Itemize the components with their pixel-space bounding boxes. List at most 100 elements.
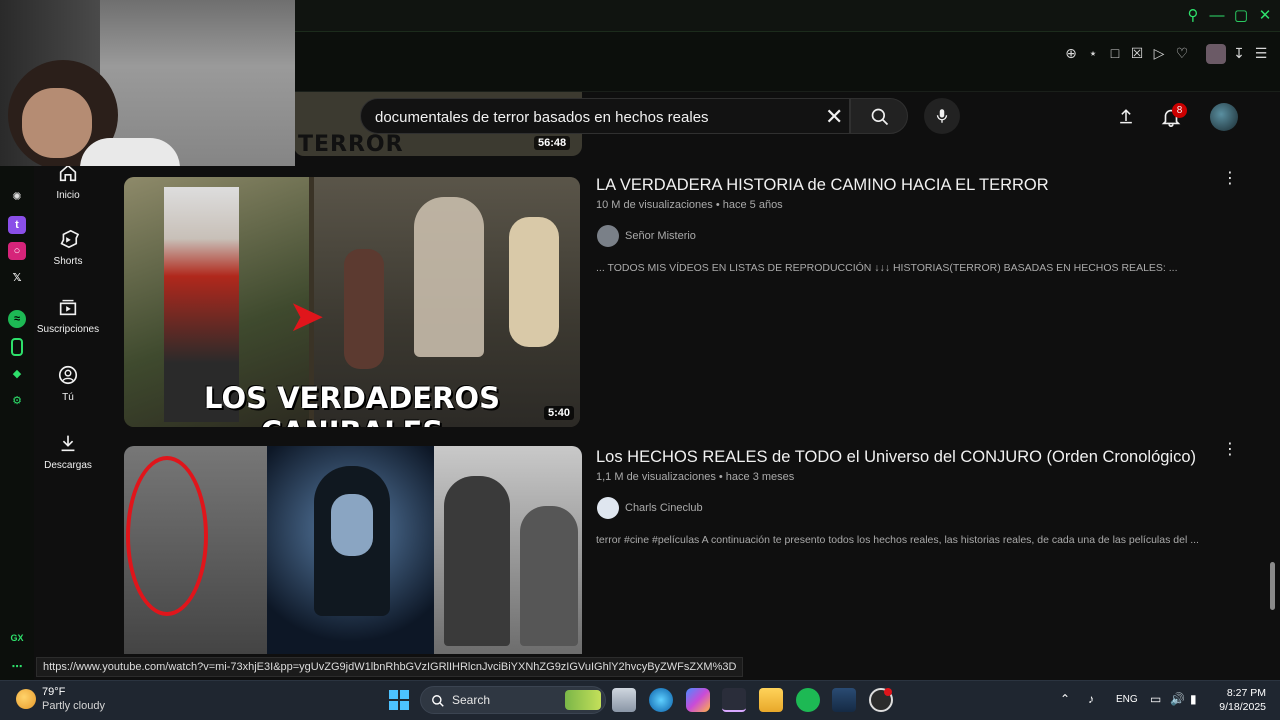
microphone-icon[interactable]: ♪: [1088, 692, 1094, 706]
chevron-up-icon[interactable]: ⌃: [1060, 692, 1070, 706]
search-input[interactable]: [375, 107, 805, 127]
x-icon[interactable]: 𝕏: [8, 269, 26, 287]
link-preview-url: https://www.youtube.com/watch?v=mi-73xhj…: [36, 657, 744, 677]
video-title[interactable]: LA VERDADERA HISTORIA de CAMINO HACIA EL…: [596, 176, 1049, 195]
video-meta: 1,1 M de visualizaciones • hace 3 meses: [596, 471, 795, 483]
video-title[interactable]: Los HECHOS REALES de TODO el Universo de…: [596, 448, 1196, 467]
search-icon[interactable]: ⚲: [1184, 7, 1202, 25]
shield-icon[interactable]: ☒: [1128, 44, 1146, 62]
clock-date[interactable]: 9/18/2025: [1208, 701, 1266, 713]
voice-search-button[interactable]: [924, 98, 960, 134]
pin-icon[interactable]: ⋆: [1084, 44, 1102, 62]
volume-icon[interactable]: 🔊: [1170, 692, 1185, 706]
heart-icon[interactable]: ♡: [1173, 44, 1191, 62]
channel-avatar[interactable]: [597, 497, 619, 519]
webcam-overlay: [0, 0, 295, 166]
shorts-icon: [60, 229, 79, 249]
more-icon[interactable]: ⋯: [8, 658, 26, 676]
weather-desc[interactable]: Partly cloudy: [42, 700, 105, 712]
notification-badge: 8: [1172, 103, 1187, 118]
sidebar-item-tu[interactable]: Tú: [34, 364, 102, 403]
edge-icon[interactable]: [649, 688, 673, 712]
weather-icon[interactable]: [16, 689, 36, 709]
sidebar-item-label: Inicio: [56, 190, 80, 201]
network-icon[interactable]: ▭: [1150, 692, 1161, 706]
settings-icon[interactable]: ⚙: [8, 392, 26, 410]
steam-icon[interactable]: [832, 688, 856, 712]
sidebar-item-descargas[interactable]: Descargas: [34, 432, 102, 471]
play-icon[interactable]: ▷: [1150, 44, 1168, 62]
gx-sidebar: ✺ t ○ 𝕏 ≈ ◆ ⚙ GX ⋯: [0, 92, 34, 680]
microphone-icon: [936, 109, 948, 123]
channel-avatar[interactable]: [597, 225, 619, 247]
duration-badge: 5:40: [544, 406, 575, 420]
weather-temp[interactable]: 79°F: [42, 686, 65, 698]
upload-icon[interactable]: [1116, 106, 1136, 126]
close-button[interactable]: ✕: [1256, 7, 1274, 25]
sidebar-item-label: Shorts: [53, 256, 83, 267]
highlight-circle: [126, 456, 208, 616]
opera-gx-icon[interactable]: [722, 688, 746, 712]
video-thumbnail[interactable]: [124, 446, 582, 654]
video-meta: 10 M de visualizaciones • hace 5 años: [596, 199, 783, 211]
task-view-icon[interactable]: [612, 688, 636, 712]
more-options-icon[interactable]: ⋮: [1222, 171, 1238, 187]
search-button[interactable]: [850, 98, 908, 134]
zoom-icon[interactable]: ⊕: [1062, 44, 1080, 62]
search-bar: ✕: [360, 98, 850, 134]
spotify-icon[interactable]: ≈: [8, 310, 26, 328]
you-icon: [58, 365, 78, 385]
thumbnail-figure: [414, 197, 484, 357]
notifications-button[interactable]: 8: [1160, 103, 1187, 130]
account-avatar[interactable]: [1210, 103, 1238, 131]
thumbnail-figure: [509, 217, 559, 347]
twitch-icon[interactable]: t: [8, 216, 26, 234]
battery-icon[interactable]: ▮: [1190, 692, 1197, 706]
sidebar-item-shorts[interactable]: Shorts: [34, 228, 102, 267]
mobile-icon[interactable]: [11, 338, 23, 356]
minimize-button[interactable]: —: [1208, 7, 1226, 25]
spotify-taskbar-icon[interactable]: [796, 688, 820, 712]
copilot-icon[interactable]: [686, 688, 710, 712]
sidebar-item-label: Tú: [62, 392, 74, 403]
download-icon: [61, 435, 75, 452]
maximize-button[interactable]: ▢: [1232, 7, 1250, 25]
video-description: ... TODOS MIS VÍDEOS EN LISTAS DE REPROD…: [596, 262, 1178, 274]
thumbnail-face: [331, 494, 373, 556]
duration-badge: 56:48: [534, 136, 571, 150]
subscriptions-icon: [59, 299, 77, 316]
download-icon[interactable]: ↧: [1230, 44, 1248, 62]
windows-icon: [389, 690, 409, 710]
thumbnail-figure: [444, 476, 510, 646]
channel-name[interactable]: Señor Misterio: [625, 230, 696, 242]
search-icon: [871, 108, 889, 126]
sidebar-item-inicio[interactable]: Inicio: [34, 162, 102, 201]
instagram-icon[interactable]: ○: [8, 242, 26, 260]
clear-search-icon[interactable]: ✕: [825, 106, 843, 128]
video-thumbnail[interactable]: ➤ LOS VERDADEROS CANIBALES 5:40: [124, 177, 580, 427]
more-options-icon[interactable]: ⋮: [1222, 442, 1238, 458]
language-indicator[interactable]: ENG: [1116, 694, 1138, 705]
sidebar-item-suscripciones[interactable]: Suscripciones: [34, 296, 102, 335]
clock-time[interactable]: 8:27 PM: [1222, 687, 1266, 699]
taskbar-search-label: Search: [452, 693, 491, 707]
channel-name[interactable]: Charls Cineclub: [625, 502, 703, 514]
scrollbar-thumb[interactable]: [1270, 562, 1275, 610]
youtube-sidebar: Inicio Shorts Suscripciones Tú Descargas: [34, 92, 102, 680]
recording-dot: [884, 688, 892, 696]
video-description: terror #cine #películas A continuación t…: [596, 534, 1199, 546]
search-highlight-icon: [565, 690, 601, 710]
thumbnail-text: TERROR: [298, 132, 404, 156]
flow-icon[interactable]: ◆: [8, 365, 26, 383]
file-explorer-icon[interactable]: [759, 688, 783, 712]
avatar[interactable]: [1206, 44, 1226, 64]
menu-icon[interactable]: ☰: [1252, 44, 1270, 62]
gx-label: GX: [10, 633, 24, 643]
start-button[interactable]: [389, 690, 409, 710]
thumbnail-figure: [520, 506, 578, 646]
snapshot-icon[interactable]: □: [1106, 44, 1124, 62]
chatgpt-icon[interactable]: ✺: [8, 188, 26, 206]
webcam-person-shirt: [80, 138, 180, 166]
thumbnail-figure: [344, 249, 384, 369]
taskbar-search[interactable]: Search: [420, 686, 606, 714]
